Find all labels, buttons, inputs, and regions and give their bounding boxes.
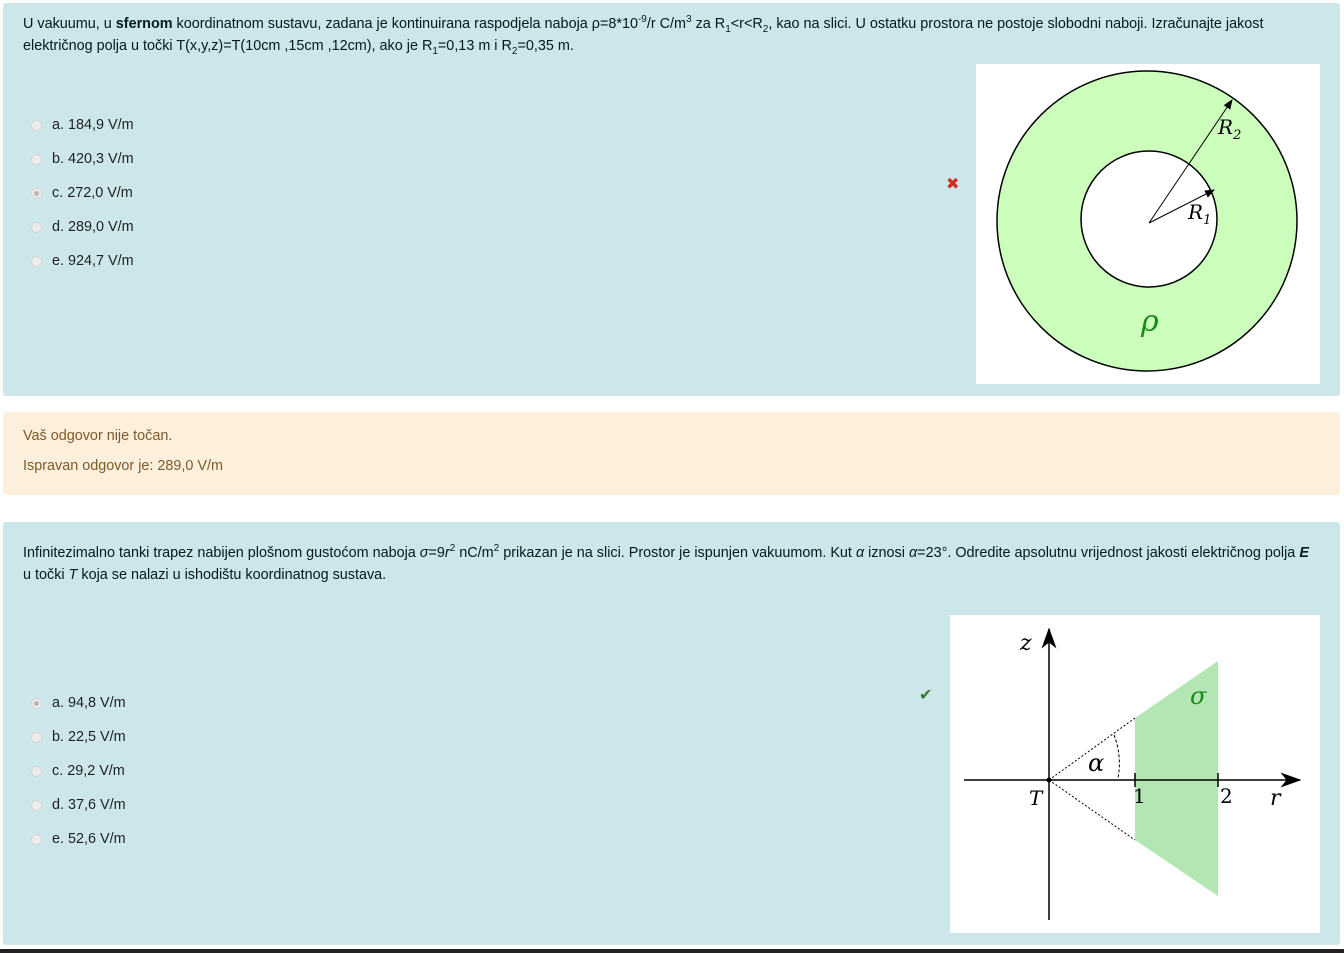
feedback-incorrect-text: Vaš odgovor nije točan. [23, 428, 173, 444]
answer-option-a[interactable]: a. 94,8 V/m [31, 686, 126, 720]
z-label: z [1019, 631, 1032, 656]
rho-label: ρ [1140, 304, 1159, 339]
tick-label-2: 2 [1220, 784, 1233, 808]
radio-button[interactable] [31, 221, 42, 233]
t-label: T [1029, 786, 1044, 810]
feedback-box: Vaš odgovor nije točan. Ispravan odgovor… [3, 412, 1340, 495]
ray-lower [1048, 779, 1136, 841]
origin-point [1046, 777, 1052, 783]
r-label: r [1270, 786, 1282, 811]
radio-button[interactable] [31, 833, 42, 845]
radio-button[interactable] [31, 731, 42, 743]
bottom-border [0, 949, 1344, 953]
trapezoid-figure: z r T 1 2 α σ [950, 615, 1320, 933]
answer-option-b[interactable]: b. 420,3 V/m [31, 142, 134, 176]
sigma-label: σ [1190, 682, 1207, 710]
radio-button[interactable] [31, 799, 42, 811]
radio-button-selected[interactable] [31, 697, 42, 709]
answer-option-b[interactable]: b. 22,5 V/m [31, 720, 126, 754]
radio-button[interactable] [31, 255, 42, 267]
spherical-shell-figure: R2 R1 ρ [976, 64, 1320, 384]
answer-option-e[interactable]: e. 52,6 V/m [31, 822, 126, 856]
alpha-arc [1113, 734, 1120, 779]
answer-option-c[interactable]: c. 29,2 V/m [31, 754, 126, 788]
question-1-box: U vakuumu, u sfernom koordinatnom sustav… [3, 3, 1340, 396]
answer-option-a[interactable]: a. 184,9 V/m [31, 108, 134, 142]
radio-button[interactable] [31, 119, 42, 131]
question-1-text: U vakuumu, u sfernom koordinatnom sustav… [23, 14, 1264, 57]
radio-button[interactable] [31, 153, 42, 165]
feedback-correct-answer: Ispravan odgovor je: 289,0 V/m [23, 458, 223, 474]
alpha-label: α [1088, 749, 1104, 777]
question-2-box: Infinitezimalno tanki trapez nabijen plo… [3, 522, 1340, 945]
incorrect-icon: ✖ [946, 176, 960, 193]
radio-button[interactable] [31, 765, 42, 777]
radio-button-selected[interactable] [31, 187, 42, 199]
question-2-options: a. 94,8 V/m b. 22,5 V/m c. 29,2 V/m d. 3… [31, 686, 126, 856]
answer-option-d[interactable]: d. 37,6 V/m [31, 788, 126, 822]
tick-label-1: 1 [1133, 784, 1146, 808]
question-1-options: a. 184,9 V/m b. 420,3 V/m c. 272,0 V/m d… [31, 108, 134, 278]
correct-icon: ✔ [919, 687, 933, 704]
question-2-text: Infinitezimalno tanki trapez nabijen plo… [23, 543, 1309, 583]
answer-option-d[interactable]: d. 289,0 V/m [31, 210, 134, 244]
answer-option-c[interactable]: c. 272,0 V/m [31, 176, 134, 210]
answer-option-e[interactable]: e. 924,7 V/m [31, 244, 134, 278]
